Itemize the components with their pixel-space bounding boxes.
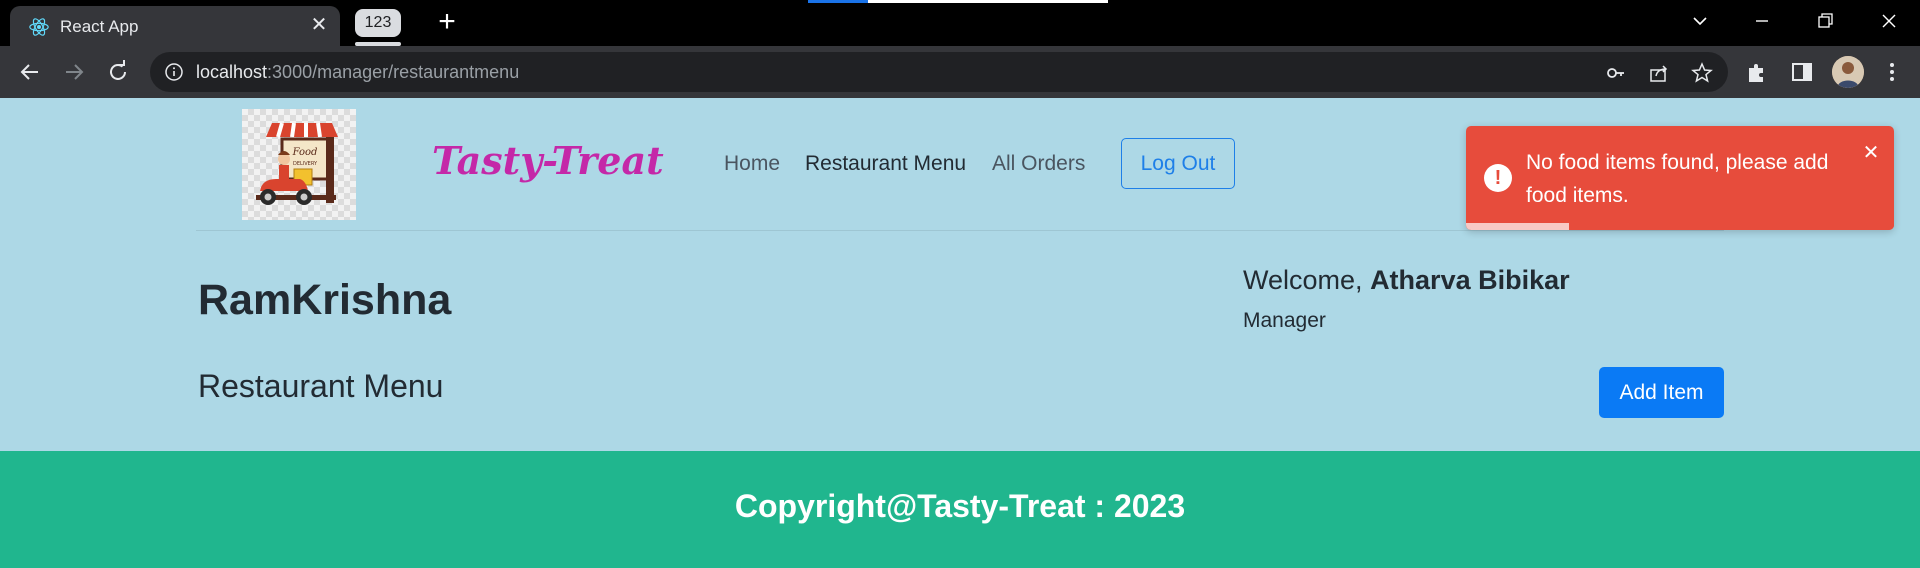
profile-avatar[interactable] (1832, 56, 1864, 88)
address-bar[interactable]: localhost:3000/manager/restaurantmenu (150, 52, 1728, 92)
welcome-prefix: Welcome, (1243, 265, 1363, 295)
page-title: Restaurant Menu (198, 368, 444, 404)
copyright-text: Copyright@Tasty-Treat : 2023 (734, 488, 1186, 524)
forward-icon[interactable] (58, 56, 90, 88)
browser-tab-active[interactable]: React App ✕ (10, 6, 340, 46)
add-item-button[interactable]: Add Item (1599, 367, 1724, 418)
url-host: localhost (196, 62, 268, 82)
url-text: localhost:3000/manager/restaurantmenu (196, 62, 519, 83)
user-name: Atharva Bibikar (1370, 265, 1570, 295)
toast-message: No food items found, please add food ite… (1526, 151, 1829, 207)
food-delivery-logo[interactable]: Food DELIVERY (242, 109, 356, 220)
tab-strip-indicator-active (808, 0, 868, 3)
menu-dots-icon[interactable] (1880, 60, 1904, 84)
sidepanel-icon[interactable] (1790, 60, 1814, 84)
footer: Copyright@Tasty-Treat : 2023 (0, 451, 1920, 568)
svg-text:DELIVERY: DELIVERY (293, 161, 318, 167)
tab-title: React App (60, 17, 139, 36)
svg-text:Food: Food (292, 147, 318, 158)
avatar-icon (1832, 56, 1864, 88)
back-icon[interactable] (14, 56, 46, 88)
error-icon: ! (1484, 164, 1512, 192)
react-icon (29, 18, 49, 36)
error-toast[interactable]: ! No food items found, please add food i… (1466, 126, 1894, 230)
reload-icon[interactable] (102, 56, 134, 88)
browser-tab-bar: React App ✕ 123 + (0, 0, 1920, 46)
restore-icon[interactable] (1808, 6, 1842, 36)
tab-group-chip[interactable]: 123 (355, 9, 401, 37)
plus-icon[interactable]: + (432, 7, 462, 38)
nav-home[interactable]: Home (724, 152, 780, 176)
url-path: :3000/manager/restaurantmenu (267, 62, 520, 82)
logout-button[interactable]: Log Out (1121, 138, 1235, 189)
key-icon[interactable] (1605, 62, 1627, 84)
minimize-icon[interactable] (1745, 6, 1779, 36)
brand-title[interactable]: Tasty-Treat (432, 138, 664, 183)
info-icon[interactable] (164, 62, 184, 82)
window-close-icon[interactable] (1872, 6, 1906, 36)
toast-progress-fill (1466, 223, 1569, 230)
food-delivery-illustration: Food DELIVERY (256, 122, 338, 205)
nav-all-orders[interactable]: All Orders (992, 152, 1085, 176)
toast-progress-bar (1466, 223, 1894, 230)
welcome-message: Welcome, Atharva Bibikar (1243, 265, 1570, 296)
browser-toolbar: localhost:3000/manager/restaurantmenu (0, 46, 1920, 98)
close-icon[interactable]: ✕ (306, 12, 332, 38)
close-icon[interactable]: ✕ (1860, 142, 1882, 164)
nav-restaurant-menu[interactable]: Restaurant Menu (805, 152, 966, 176)
chevron-down-icon[interactable] (1683, 6, 1717, 36)
extensions-icon[interactable] (1745, 60, 1769, 84)
share-icon[interactable] (1648, 62, 1670, 84)
restaurant-name: RamKrishna (198, 276, 452, 324)
user-role: Manager (1243, 309, 1326, 332)
star-icon[interactable] (1691, 62, 1713, 84)
